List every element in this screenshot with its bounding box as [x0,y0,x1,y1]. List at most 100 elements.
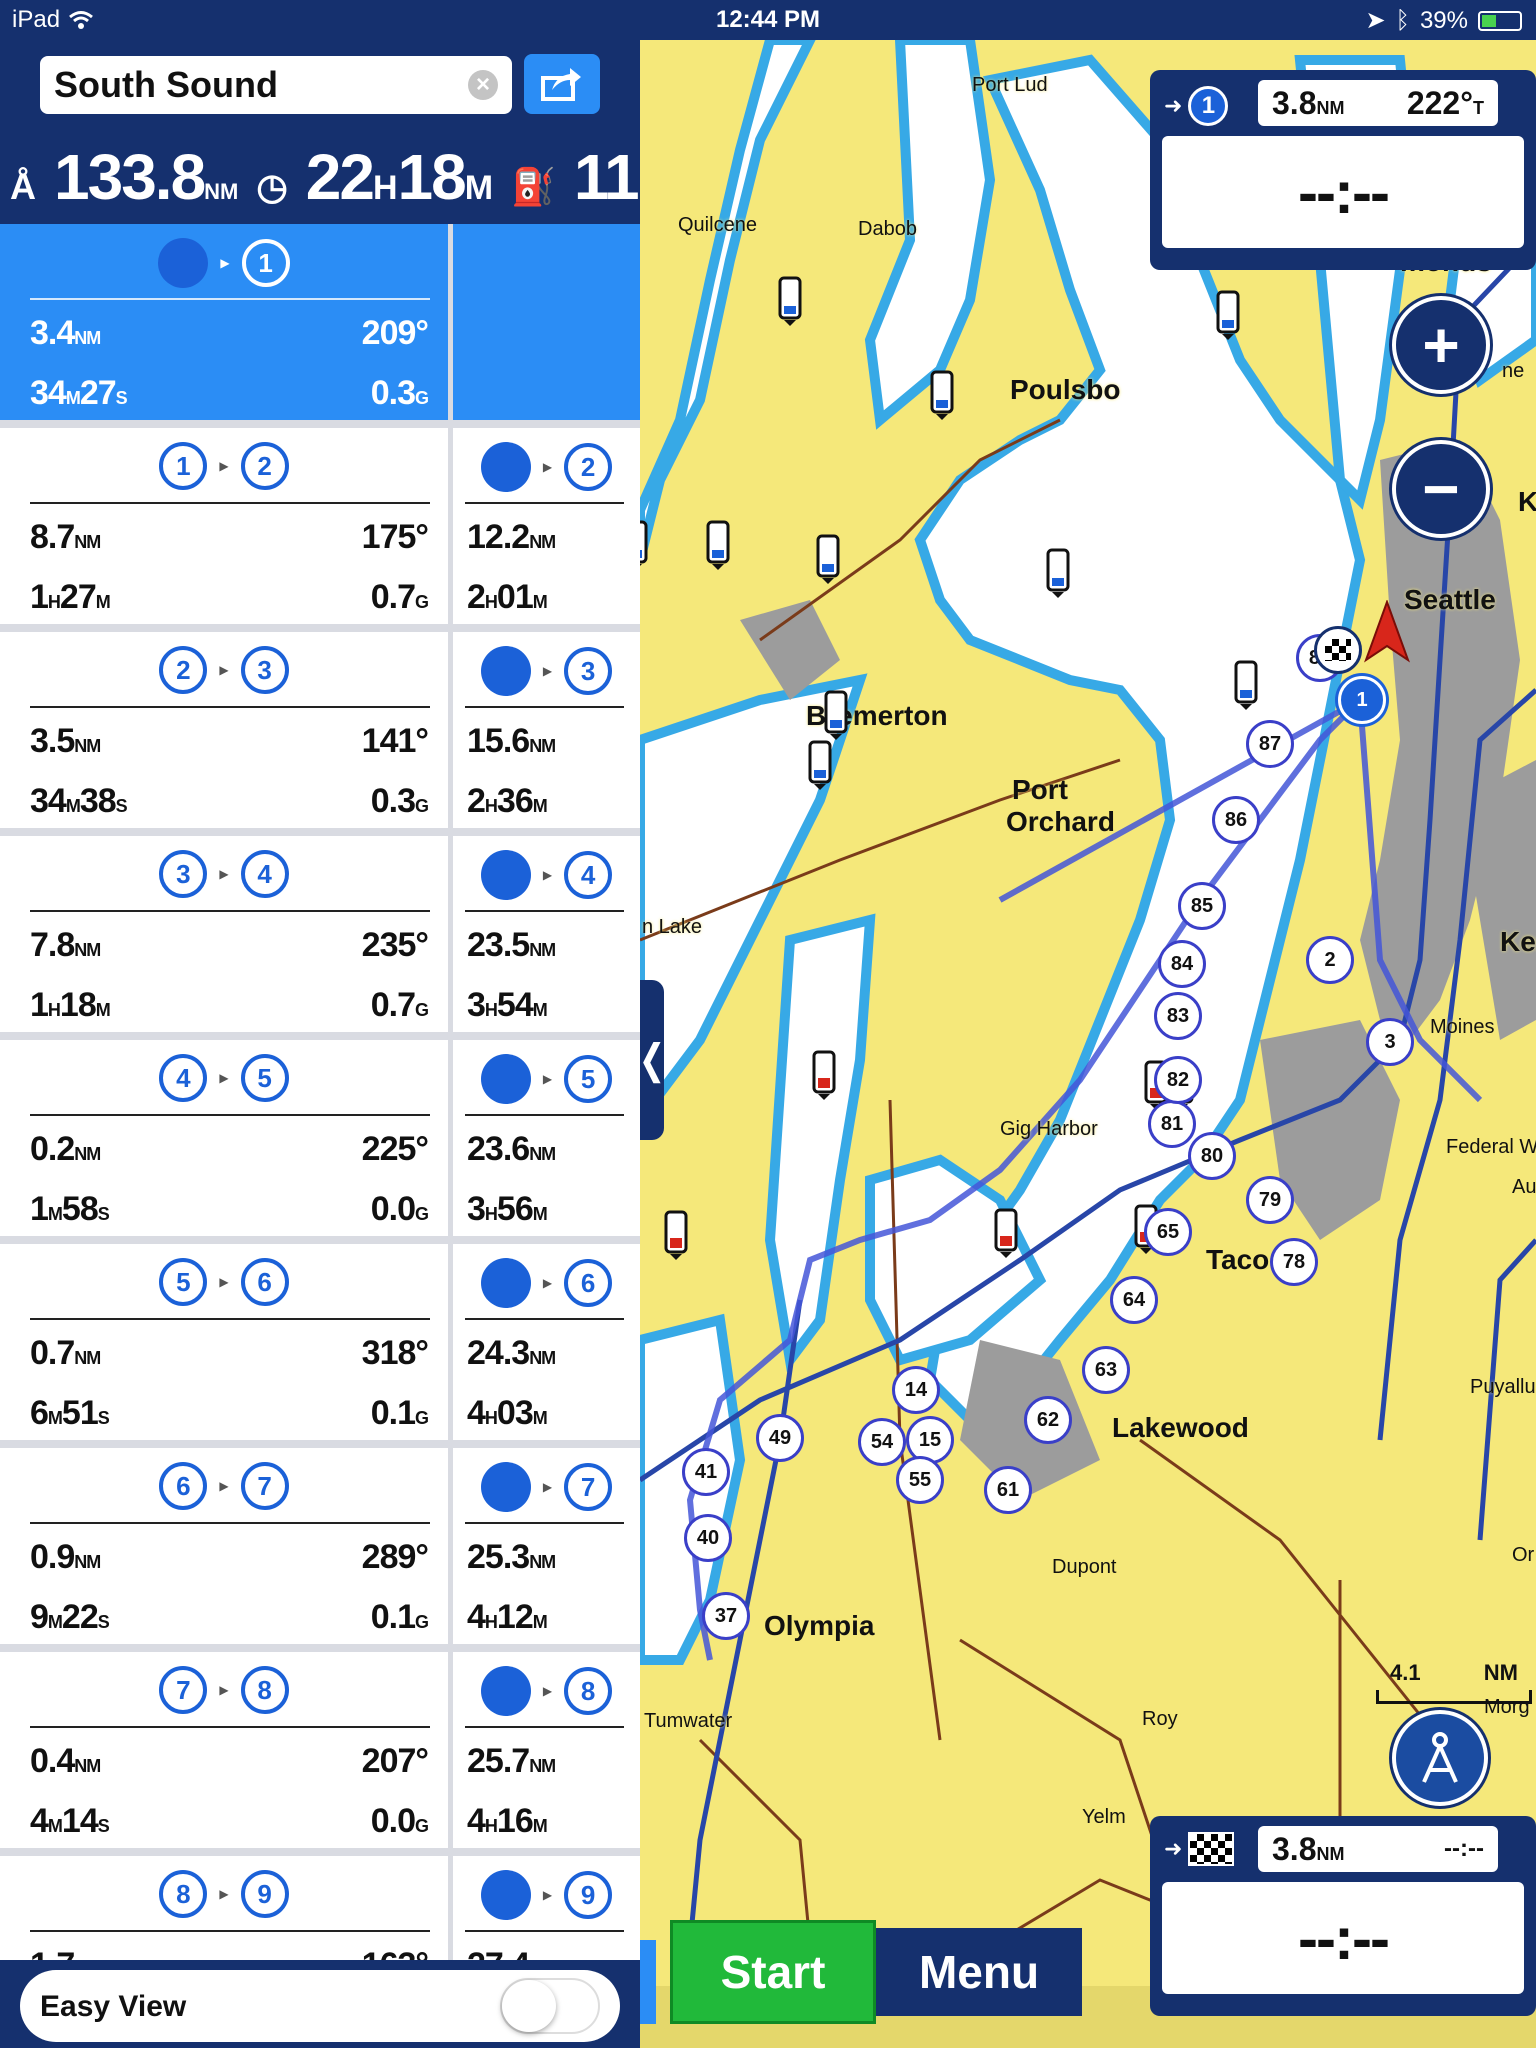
checkered-flag-icon [1325,639,1351,661]
start-button[interactable]: Start [670,1920,876,2024]
tide-station-icon[interactable] [706,520,730,570]
tide-station-icon[interactable] [808,740,832,790]
leg-head: 6 ▶ 7 [0,1462,448,1510]
leg-row[interactable]: 2 ▶ 3 3.5NM 141° 34M38S 0.3G ▶ 3 15.6NM … [0,632,640,828]
leg-cell[interactable]: 1 ▶ 2 8.7NM 175° 1H27M 0.7G [0,428,448,624]
leg-cell[interactable]: 2 ▶ 3 3.5NM 141° 34M38S 0.3G [0,632,448,828]
cumulative-head: ▶ 3 [453,646,640,696]
place-label: Au [1512,1176,1536,1198]
map-waypoint[interactable]: 82 [1154,1056,1202,1104]
scale-bar [1376,1690,1532,1704]
destination-panel[interactable]: ➜ 3.8NM --:-- --:-- [1150,1816,1536,2016]
zoom-out-button[interactable]: − [1392,440,1490,538]
cumulative-cell[interactable]: ▶ 7 25.3NM 4H12M [453,1448,640,1644]
map-waypoint[interactable]: 40 [684,1514,732,1562]
tide-station-icon[interactable] [930,370,954,420]
map-waypoint[interactable]: 85 [1178,882,1226,930]
map-waypoint[interactable]: 61 [984,1466,1032,1514]
tide-station-icon[interactable] [778,276,802,326]
tide-station-icon[interactable] [816,534,840,584]
map-waypoint[interactable]: 65 [1144,1208,1192,1256]
cumulative-cell[interactable]: ▶ 5 23.6NM 3H56M [453,1040,640,1236]
tide-station-low-icon[interactable] [812,1050,836,1100]
leg-time: 1H18M [30,986,111,1024]
map-waypoint[interactable]: 2 [1306,936,1354,984]
leg-row[interactable]: 4 ▶ 5 0.2NM 225° 1M58S 0.0G ▶ 5 23.6NM 3… [0,1040,640,1236]
collapse-panel-handle[interactable]: ❬ [640,980,669,1140]
cumulative-cell[interactable]: ▶ 2 12.2NM 2H01M [453,428,640,624]
clear-icon[interactable]: × [468,70,498,100]
map-waypoint[interactable]: 79 [1246,1176,1294,1224]
battery-icon [1478,10,1522,31]
menu-button[interactable]: Menu [876,1928,1082,2016]
cumulative-distance: 15.6NM [467,722,556,760]
leg-list[interactable]: ▶ 1 3.4NM 209° 34M27S 0.3G 1 ▶ 2 8.7NM 1… [0,224,640,1960]
leg-cell[interactable]: ▶ 1 3.4NM 209° 34M27S 0.3G [0,224,448,420]
map-waypoint[interactable]: 87 [1246,720,1294,768]
map-waypoint[interactable]: 64 [1110,1276,1158,1324]
cumulative-cell[interactable] [453,224,640,420]
leg-row[interactable]: 6 ▶ 7 0.9NM 289° 9M22S 0.1G ▶ 7 25.3NM 4… [0,1448,640,1644]
map-waypoint[interactable]: 63 [1082,1346,1130,1394]
tide-station-low-icon[interactable] [994,1208,1018,1258]
map-waypoint[interactable]: 55 [896,1456,944,1504]
map-waypoint[interactable]: 41 [682,1448,730,1496]
leg-head: 5 ▶ 6 [0,1258,448,1306]
map-waypoint[interactable]: 49 [756,1414,804,1462]
tide-station-icon[interactable] [1216,290,1240,340]
map-waypoint[interactable]: 37 [702,1592,750,1640]
leg-distance: 0.2NM [30,1130,101,1168]
leg-cell[interactable]: 5 ▶ 6 0.7NM 318° 6M51S 0.1G [0,1244,448,1440]
leg-row[interactable]: 8 ▶ 9 1.7NM 163° ▶ 9 27.4NM [0,1856,640,1960]
leg-cell[interactable]: 3 ▶ 4 7.8NM 235° 1H18M 0.7G [0,836,448,1032]
leg-cell[interactable]: 7 ▶ 8 0.4NM 207° 4M14S 0.0G [0,1652,448,1848]
map-waypoint[interactable]: 14 [892,1366,940,1414]
map-waypoint[interactable]: 1 [1338,676,1386,724]
leg-row[interactable]: ▶ 1 3.4NM 209° 34M27S 0.3G [0,224,640,420]
map-waypoint[interactable]: 86 [1212,796,1260,844]
clock: 12:44 PM [715,6,821,33]
compass-icon: Å [10,166,36,207]
leg-row[interactable]: 7 ▶ 8 0.4NM 207° 4M14S 0.0G ▶ 8 25.7NM 4… [0,1652,640,1848]
map-waypoint[interactable]: 78 [1270,1238,1318,1286]
map-waypoint[interactable]: 83 [1154,992,1202,1040]
cumulative-cell[interactable]: ▶ 9 27.4NM [453,1856,640,1960]
cumulative-cell[interactable]: ▶ 6 24.3NM 4H03M [453,1244,640,1440]
tide-station-icon[interactable] [640,520,648,570]
leg-cell[interactable]: 6 ▶ 7 0.9NM 289° 9M22S 0.1G [0,1448,448,1644]
leg-cell[interactable]: 8 ▶ 9 1.7NM 163° [0,1856,448,1960]
destination-marker[interactable] [1314,626,1362,674]
tide-station-icon[interactable] [824,690,848,740]
place-label: Lakewood [1112,1412,1249,1443]
easy-view-toggle[interactable] [500,1978,600,2034]
map-waypoint[interactable]: 81 [1148,1100,1196,1148]
tide-station-icon[interactable] [1234,660,1258,710]
route-name-input[interactable] [40,56,512,114]
zoom-in-button[interactable]: + [1392,296,1490,394]
leg-fuel: 0.3G [370,782,429,820]
leg-row[interactable]: 1 ▶ 2 8.7NM 175° 1H27M 0.7G ▶ 2 12.2NM 2… [0,428,640,624]
cumulative-cell[interactable]: ▶ 4 23.5NM 3H54M [453,836,640,1032]
cumulative-cell[interactable]: ▶ 8 25.7NM 4H16M [453,1652,640,1848]
leg-row[interactable]: 5 ▶ 6 0.7NM 318° 6M51S 0.1G ▶ 6 24.3NM 4… [0,1244,640,1440]
next-waypoint-panel[interactable]: ➜ 1 3.8NM 222°T --:-- [1150,70,1536,270]
map-waypoint[interactable]: 84 [1158,940,1206,988]
cumulative-cell[interactable]: ▶ 3 15.6NM 2H36M [453,632,640,828]
map-waypoint[interactable]: 62 [1024,1396,1072,1444]
map-waypoint[interactable]: 3 [1366,1018,1414,1066]
chart-map[interactable]: ❬ Port Lud Quilcene Dabob Poulsbo Bremer… [640,40,1536,2048]
leg-from-waypoint: 3 [159,850,208,898]
cumulative-time: 4H12M [467,1598,548,1636]
leg-row[interactable]: 3 ▶ 4 7.8NM 235° 1H18M 0.7G ▶ 4 23.5NM 3… [0,836,640,1032]
easy-view-label: Easy View [40,1990,187,2023]
tide-station-low-icon[interactable] [664,1210,688,1260]
leg-cell[interactable]: 4 ▶ 5 0.2NM 225° 1M58S 0.0G [0,1040,448,1236]
total-distance: 133.8 [54,141,206,213]
map-waypoint[interactable]: 54 [858,1418,906,1466]
route-name-field[interactable]: × [40,56,512,114]
recenter-button[interactable] [1392,1710,1488,1806]
map-waypoint[interactable]: 80 [1188,1132,1236,1180]
share-button[interactable] [524,54,600,114]
tide-station-icon[interactable] [1046,548,1070,598]
leg-fuel: 0.1G [370,1598,429,1636]
